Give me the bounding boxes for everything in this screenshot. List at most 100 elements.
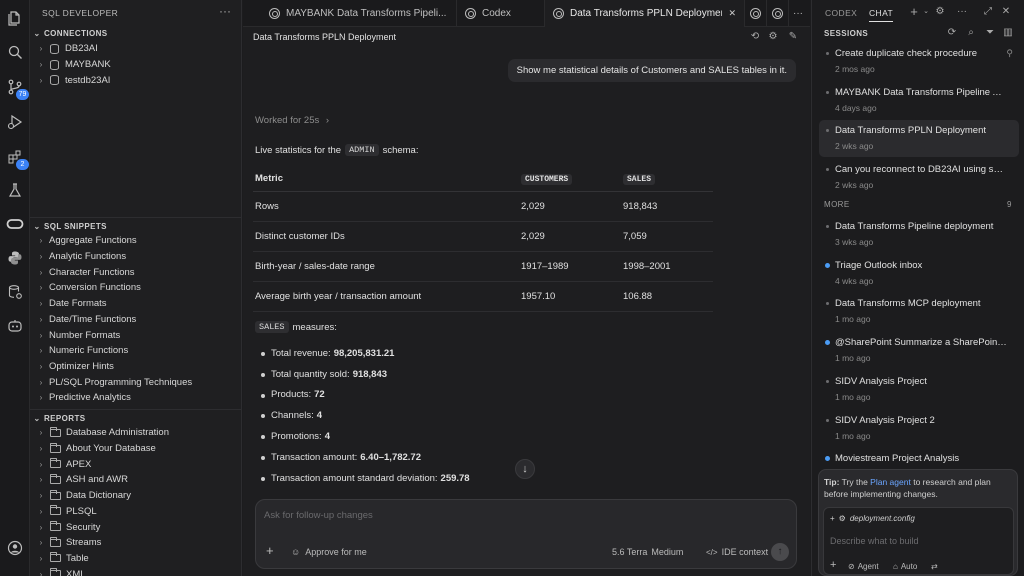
sidebar-more-button[interactable]: ··· xyxy=(219,4,231,18)
search-icon[interactable]: ⌕ xyxy=(965,27,977,39)
refresh-icon[interactable]: ⟳ xyxy=(946,27,958,39)
report-item[interactable]: › Database Administration xyxy=(30,425,241,441)
new-chat-icon[interactable]: ✎ xyxy=(786,30,800,44)
report-item[interactable]: › ASH and AWR xyxy=(30,472,241,488)
session-item[interactable]: SIDV Analysis Project 1 mo ago xyxy=(819,371,1019,408)
settings-icon[interactable]: ⚙ xyxy=(766,30,780,44)
report-item[interactable]: › XML xyxy=(30,566,241,576)
source-control-icon[interactable]: 79 xyxy=(4,76,29,100)
swap-icon[interactable]: ⇄ xyxy=(931,562,938,571)
explorer-icon[interactable] xyxy=(4,7,26,29)
connection-label: MAYBANK xyxy=(65,59,111,71)
reports-section-header[interactable]: ⌄ REPORTS xyxy=(30,410,241,426)
tab-openai-extra-2[interactable] xyxy=(767,0,789,27)
session-item[interactable]: Data Transforms MCP deployment 1 mo ago xyxy=(819,293,1019,330)
snippet-item[interactable]: › Numeric Functions xyxy=(30,343,241,359)
session-item[interactable]: SIDV Analysis Project 2 1 mo ago xyxy=(819,410,1019,447)
chevron-right-icon: › xyxy=(39,475,43,485)
filter-icon[interactable]: ⏷ xyxy=(984,27,996,39)
connections-section-header[interactable]: ⌄ CONNECTIONS xyxy=(30,25,241,41)
settings-icon[interactable]: ⚙ xyxy=(934,6,946,18)
tab-chat-panel[interactable]: CHAT xyxy=(869,8,894,22)
sessions-title: SESSIONS xyxy=(824,29,869,38)
session-item[interactable]: MAYBANK Data Transforms Pipeline Aut... 4… xyxy=(819,82,1019,119)
describe-input[interactable] xyxy=(830,536,1000,546)
tab-data-transforms[interactable]: Data Transforms PPLN Deploymen... ✕ xyxy=(545,0,745,27)
snippet-item[interactable]: › Date/Time Functions xyxy=(30,312,241,328)
table-header-sales: SALES xyxy=(623,173,656,185)
close-icon[interactable]: ✕ xyxy=(1000,6,1012,18)
more-title[interactable]: MORE xyxy=(824,200,850,209)
layout-icon[interactable]: ▥ xyxy=(1002,27,1014,39)
session-time: 2 wks ago xyxy=(835,180,874,191)
more-icon[interactable]: ··· xyxy=(956,6,968,18)
report-item[interactable]: › Security xyxy=(30,519,241,535)
connection-item[interactable]: › testdb23AI xyxy=(30,72,241,88)
tab-maybank[interactable]: MAYBANK Data Transforms Pipeli... xyxy=(261,0,457,27)
connection-item[interactable]: › DB23AI xyxy=(30,41,241,57)
report-item[interactable]: › Streams xyxy=(30,535,241,551)
snippet-label: Numeric Functions xyxy=(49,345,129,357)
agent-composer: + ⚙ deployment.config + ⊘ Agent ⌂ Auto ⇄ xyxy=(823,507,1014,575)
maximize-icon[interactable]: ⤢ xyxy=(982,6,994,18)
history-icon[interactable]: ⟲ xyxy=(748,30,762,44)
approve-for-me-button[interactable]: ☺ Approve for me xyxy=(291,547,367,557)
scroll-down-button[interactable]: ↓ xyxy=(515,459,535,479)
snippet-item[interactable]: › Character Functions xyxy=(30,264,241,280)
database-icon[interactable] xyxy=(4,281,26,303)
snippets-section-header[interactable]: ⌄ SQL SNIPPETS xyxy=(30,218,241,234)
session-time: 2 mos ago xyxy=(835,64,875,74)
account-icon[interactable] xyxy=(4,537,26,559)
snippet-item[interactable]: › Predictive Analytics xyxy=(30,390,241,406)
send-button[interactable]: ↑ xyxy=(771,543,789,561)
auto-mode-button[interactable]: ⌂ Auto xyxy=(893,562,917,571)
session-item[interactable]: Data Transforms PPLN Deployment 2 wks ago xyxy=(819,120,1019,158)
snippet-item[interactable]: › Aggregate Functions xyxy=(30,233,241,249)
copilot-icon[interactable] xyxy=(4,315,26,337)
plan-agent-link[interactable]: Plan agent xyxy=(870,477,911,487)
session-item[interactable]: Can you reconnect to DB23AI using sql...… xyxy=(819,159,1019,196)
run-debug-icon[interactable] xyxy=(4,111,26,133)
report-item[interactable]: › About Your Database xyxy=(30,441,241,457)
model-selector[interactable]: 5.6 Terra Medium xyxy=(612,547,683,557)
snippet-item[interactable]: › PL/SQL Programming Techniques xyxy=(30,374,241,390)
session-item[interactable]: @SharePoint Summarize a SharePoint... 1 m… xyxy=(819,332,1019,369)
new-chat-plus-icon[interactable]: + xyxy=(908,5,920,18)
report-item[interactable]: › Data Dictionary xyxy=(30,488,241,504)
snippet-item[interactable]: › Number Formats xyxy=(30,327,241,343)
agent-mode-button[interactable]: ⊘ Agent xyxy=(848,562,879,571)
testing-icon[interactable] xyxy=(4,179,26,201)
connection-item[interactable]: › MAYBANK xyxy=(30,57,241,73)
report-item[interactable]: › Table xyxy=(30,551,241,567)
worked-duration[interactable]: Worked for 25s › xyxy=(255,115,329,126)
tab-openai-extra[interactable] xyxy=(745,0,767,27)
snippet-item[interactable]: › Date Formats xyxy=(30,296,241,312)
session-item[interactable]: Create duplicate check procedure 2 mos ag… xyxy=(819,43,1019,80)
snippet-item[interactable]: › Optimizer Hints xyxy=(30,359,241,375)
config-chip[interactable]: + ⚙ deployment.config xyxy=(830,514,915,523)
tab-codex-panel[interactable]: CODEX xyxy=(825,8,857,18)
python-icon[interactable] xyxy=(4,247,26,269)
more-tabs-button[interactable]: ··· xyxy=(789,0,810,27)
chevron-down-icon[interactable]: ⌄ xyxy=(920,6,932,18)
oracle-icon[interactable] xyxy=(4,213,26,235)
ide-context-toggle[interactable]: </> IDE context xyxy=(706,547,768,557)
close-icon[interactable]: ✕ xyxy=(728,8,736,19)
follow-up-input[interactable] xyxy=(264,510,764,521)
session-title: Create duplicate check procedure xyxy=(835,48,978,59)
add-button[interactable]: + xyxy=(830,559,836,571)
extensions-icon[interactable]: 2 xyxy=(4,146,29,170)
tip-text: Tip: Try the Plan agent to research and … xyxy=(824,477,991,499)
report-item[interactable]: › APEX xyxy=(30,456,241,472)
session-item[interactable]: Data Transforms Pipeline deployment 3 wks… xyxy=(819,216,1019,253)
add-attachment-button[interactable]: + xyxy=(266,543,274,558)
session-item[interactable]: Triage Outlook inbox 4 wks ago xyxy=(819,255,1019,292)
snippet-item[interactable]: › Analytic Functions xyxy=(30,249,241,265)
tab-codex[interactable]: Codex xyxy=(457,0,545,27)
session-title: Data Transforms Pipeline deployment xyxy=(835,221,994,232)
pin-icon[interactable]: ⚲ xyxy=(1006,48,1013,59)
snippet-label: Conversion Functions xyxy=(49,282,141,294)
report-item[interactable]: › PLSQL xyxy=(30,504,241,520)
snippet-item[interactable]: › Conversion Functions xyxy=(30,280,241,296)
search-icon[interactable] xyxy=(4,41,26,63)
